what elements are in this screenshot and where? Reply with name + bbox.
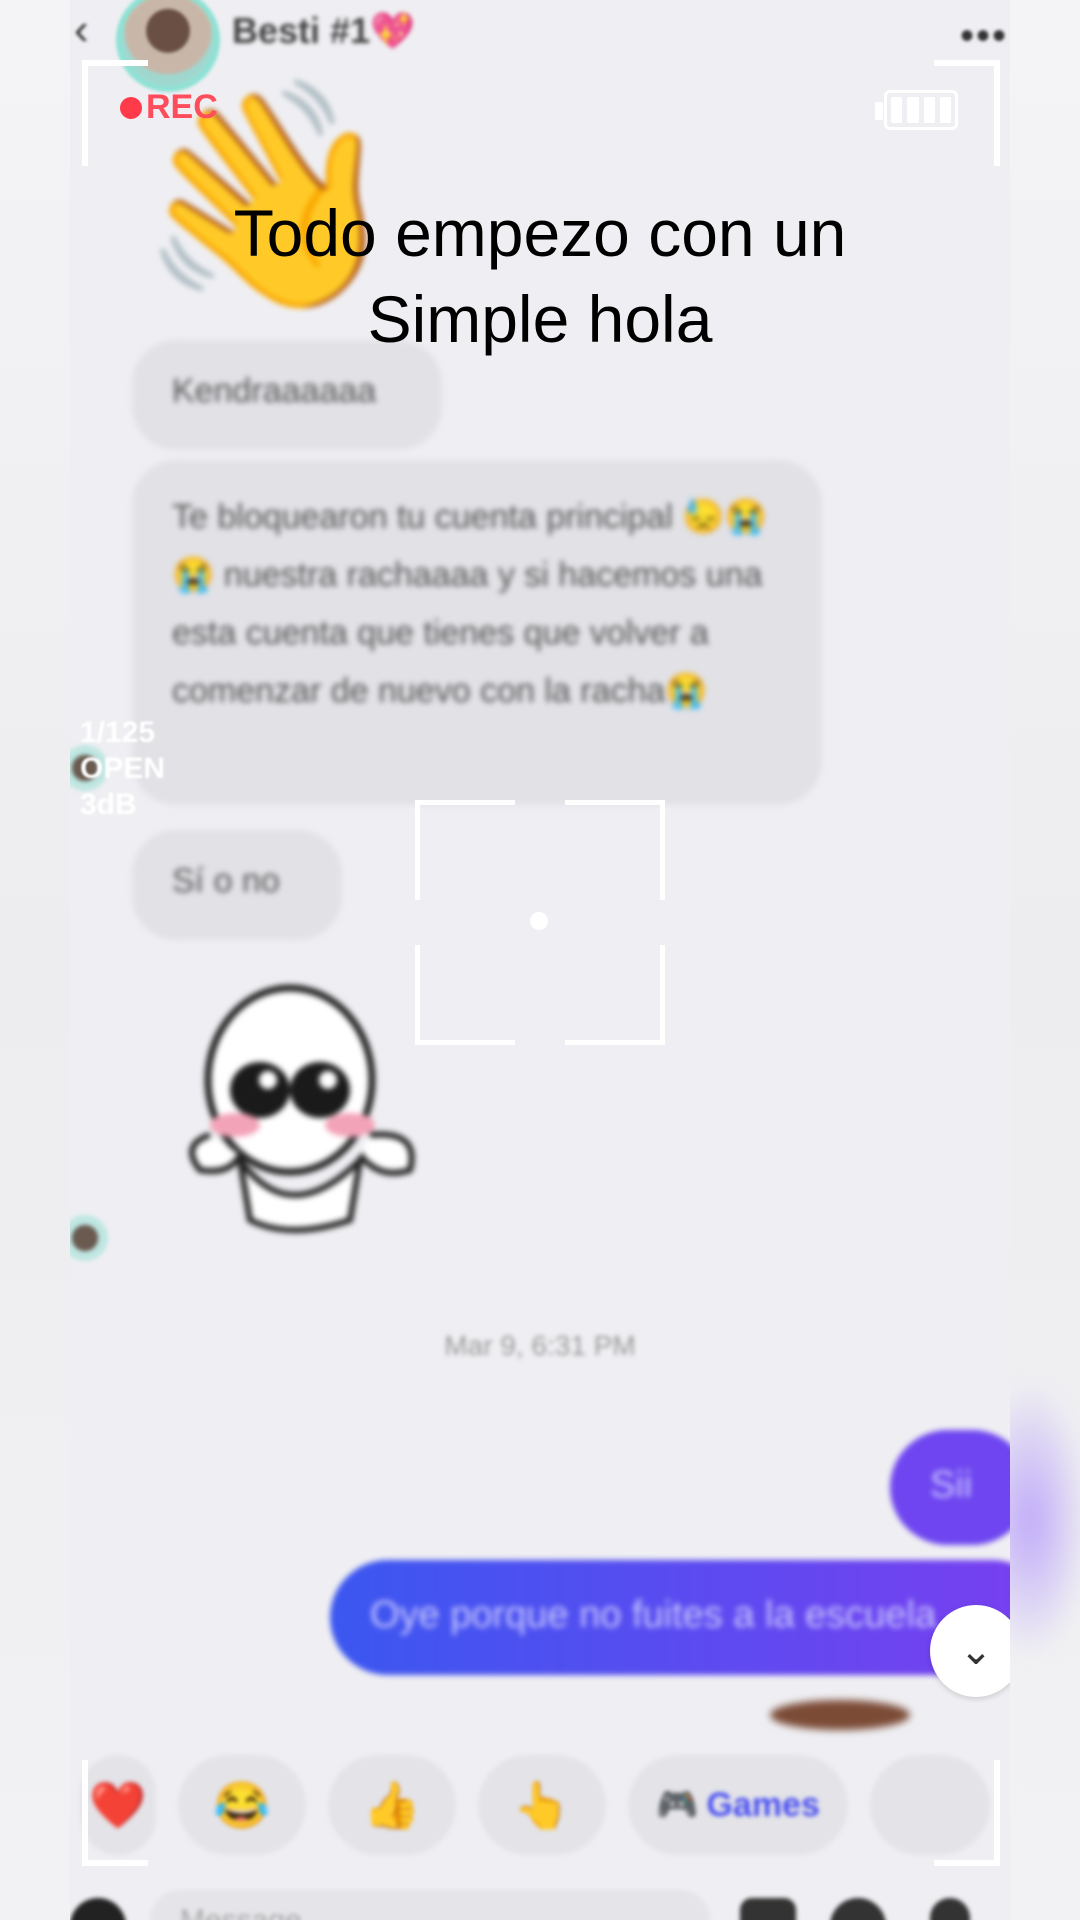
message-timestamp: Mar 9, 6:31 PM	[444, 1330, 636, 1361]
chevron-left-icon[interactable]: ‹	[74, 8, 104, 52]
video-caption: Todo empezo con un Simple hola	[110, 190, 970, 362]
microphone-icon[interactable]	[930, 1898, 970, 1920]
camera-info: 1/125 OPEN 3dB	[80, 715, 175, 823]
gallery-icon[interactable]	[740, 1898, 796, 1920]
gamepad-icon: 🎮	[656, 1786, 699, 1824]
outgoing-message[interactable]: Oye porque no fuites a la escuela	[330, 1560, 1010, 1675]
thumbs-up-reaction-button[interactable]: 👍	[328, 1755, 456, 1855]
outgoing-message[interactable]: Sii	[890, 1430, 1010, 1545]
contact-name[interactable]: Besti #1💖	[232, 10, 415, 52]
caption-line-1: Todo empezo con un	[233, 196, 847, 270]
sticker-icon[interactable]	[830, 1898, 886, 1920]
laugh-reaction-button[interactable]: 😂	[178, 1755, 306, 1855]
incoming-message[interactable]: Te bloquearon tu cuenta principal 😓😭😭 nu…	[132, 460, 822, 805]
quick-reactions-bar: ❤️ 😂 👍 👆 🎮 Games	[70, 1755, 1010, 1860]
games-button[interactable]: 🎮 Games	[628, 1755, 848, 1855]
gain: 3dB	[80, 788, 137, 821]
caption-line-2: Simple hola	[367, 282, 713, 356]
message-input[interactable]: Message	[150, 1890, 710, 1920]
cute-sticker[interactable]	[170, 970, 450, 1260]
ellipsis-icon[interactable]: •••	[960, 14, 1008, 59]
rec-indicator: REC	[120, 88, 218, 127]
left-blur-panel	[0, 0, 70, 1920]
rec-dot-icon	[120, 96, 142, 119]
battery-icon	[875, 90, 958, 130]
incoming-message[interactable]: Sí o no	[132, 830, 342, 940]
focus-reticle	[415, 800, 665, 1045]
message-composer: Message	[70, 1880, 1010, 1920]
camera-icon[interactable]	[70, 1898, 126, 1920]
aperture: OPEN	[80, 752, 166, 785]
chat-screen: ‹ Besti #1💖 ••• 👋 Kendraaaaaa Te bloquea…	[70, 0, 1010, 1920]
frame-corner-bottom-right	[934, 1760, 1000, 1866]
chat-header: ‹ Besti #1💖 •••	[70, 0, 1010, 86]
point-reaction-button[interactable]: 👆	[478, 1755, 606, 1855]
scroll-to-bottom-button[interactable]: ⌄	[930, 1605, 1010, 1697]
right-blur-panel	[970, 0, 1080, 1920]
shutter-speed: 1/125	[80, 716, 156, 749]
rec-label: REC	[146, 88, 218, 126]
sender-avatar[interactable]	[70, 1215, 108, 1261]
frame-corner-bottom-left	[82, 1760, 148, 1866]
chevron-down-icon: ⌄	[959, 1629, 993, 1673]
games-label: Games	[706, 1785, 820, 1824]
focus-dot	[530, 912, 548, 930]
partial-sticker	[770, 1700, 910, 1730]
